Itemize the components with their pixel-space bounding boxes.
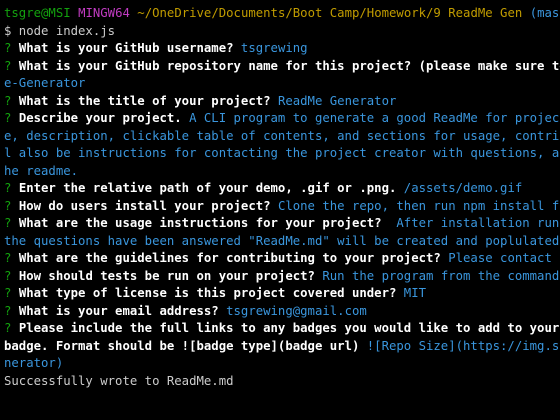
question-text: What are the guidelines for contributing…: [18, 251, 449, 265]
terminal-line: ? Describe your project. A CLI program t…: [4, 110, 560, 128]
answer-text: nerator): [4, 356, 64, 370]
answer-text: Clone the repo, then run npm install fro…: [277, 198, 560, 213]
terminal-line: badge. Format should be ![badge type](ba…: [4, 338, 560, 356]
answer-text: ![Repo Size](https://img.shield: [366, 338, 560, 353]
prompt-host: @MSI: [41, 6, 71, 20]
question-text: What is the title of your project?: [18, 93, 278, 108]
prompt-line: tsgre@MSI MINGW64 ~/OneDrive/Documents/B…: [4, 5, 560, 23]
question-text: What type of license is this project cov…: [18, 286, 404, 300]
answer-text: e, description, clickable table of conte…: [4, 128, 560, 143]
prompt-path: ~/OneDrive/Documents/Boot Camp/Homework/…: [137, 6, 523, 20]
terminal-line: ? How should tests be run on your projec…: [4, 268, 560, 286]
answer-text: he readme.: [4, 163, 79, 178]
question-marker: ?: [4, 41, 19, 55]
terminal-line: ? What is your GitHub username? tsgrewin…: [4, 40, 560, 58]
question-text: Please include the full links to any bad…: [18, 321, 560, 335]
prompt-user: tsgre: [4, 6, 42, 20]
terminal-line: nerator): [4, 355, 560, 373]
answer-text: Run the program from the command lin: [322, 268, 560, 283]
answer-text: MIT: [403, 286, 427, 300]
answer-text: After installation run inde: [396, 216, 560, 230]
question-text: badge. Format should be ![badge type](ba…: [4, 338, 367, 353]
question-marker: ?: [4, 58, 19, 73]
terminal-window[interactable]: tsgre@MSI MINGW64 ~/OneDrive/Documents/B…: [0, 0, 560, 420]
answer-text: the questions have been answered "ReadMe…: [4, 233, 560, 248]
answer-text: ReadMe Generator: [277, 93, 397, 108]
question-text: Enter the relative path of your demo, .g…: [18, 181, 404, 195]
terminal-line: he readme.: [4, 163, 560, 181]
question-marker: ?: [4, 93, 19, 108]
answer-text: e-Generator: [4, 76, 86, 90]
question-marker: ?: [4, 216, 19, 230]
prompt-system: MINGW64: [78, 6, 130, 20]
terminal-line: ? What type of license is this project c…: [4, 285, 560, 303]
answer-text: tsgrewing: [240, 41, 308, 55]
question-marker: ?: [4, 181, 19, 195]
prompt-branch: (master): [529, 6, 560, 20]
question-marker: ?: [4, 111, 19, 125]
terminal-line: ? What are the guidelines for contributi…: [4, 250, 560, 268]
terminal-line: ? Enter the relative path of your demo, …: [4, 180, 560, 198]
question-text: What are the usage instructions for your…: [18, 216, 397, 230]
terminal-line: ? What are the usage instructions for yo…: [4, 215, 560, 233]
answer-text: A CLI program to generate a good ReadMe …: [189, 111, 560, 125]
answer-text: tsgrewing@gmail.com: [226, 303, 367, 318]
terminal-line: l also be instructions for contacting th…: [4, 145, 560, 163]
terminal-line: the questions have been answered "ReadMe…: [4, 233, 560, 251]
status-text: Successfully wrote to ReadMe.md: [4, 373, 234, 388]
answer-text: /assets/demo.gif: [403, 181, 523, 195]
terminal-line: Successfully wrote to ReadMe.md: [4, 373, 560, 391]
answer-text: l also be instructions for contacting th…: [4, 146, 560, 160]
question-text: How should tests be run on your project?: [18, 268, 323, 283]
terminal-output: ? What is your GitHub username? tsgrewin…: [4, 40, 560, 390]
question-text: What is your GitHub username?: [18, 41, 241, 55]
question-marker: ?: [4, 251, 19, 265]
question-marker: ?: [4, 303, 19, 318]
question-text: How do users install your project?: [18, 198, 278, 213]
terminal-line: e, description, clickable table of conte…: [4, 128, 560, 146]
question-marker: ?: [4, 286, 19, 300]
question-marker: ?: [4, 321, 19, 335]
terminal-line: e-Generator: [4, 75, 560, 93]
command-line: $ node index.js: [4, 23, 116, 38]
question-text: Describe your project.: [18, 111, 190, 125]
answer-text: Please contact befor: [448, 251, 560, 265]
terminal-line: ? Please include the full links to any b…: [4, 320, 560, 338]
question-marker: ?: [4, 268, 19, 283]
question-marker: ?: [4, 198, 19, 213]
question-text: What is your GitHub repository name for …: [18, 58, 560, 73]
question-text: What is your email address?: [18, 303, 227, 318]
terminal-line: ? What is your GitHub repository name fo…: [4, 58, 560, 76]
terminal-line: ? How do users install your project? Clo…: [4, 198, 560, 216]
terminal-line: ? What is the title of your project? Rea…: [4, 93, 560, 111]
terminal-line: ? What is your email address? tsgrewing@…: [4, 303, 560, 321]
